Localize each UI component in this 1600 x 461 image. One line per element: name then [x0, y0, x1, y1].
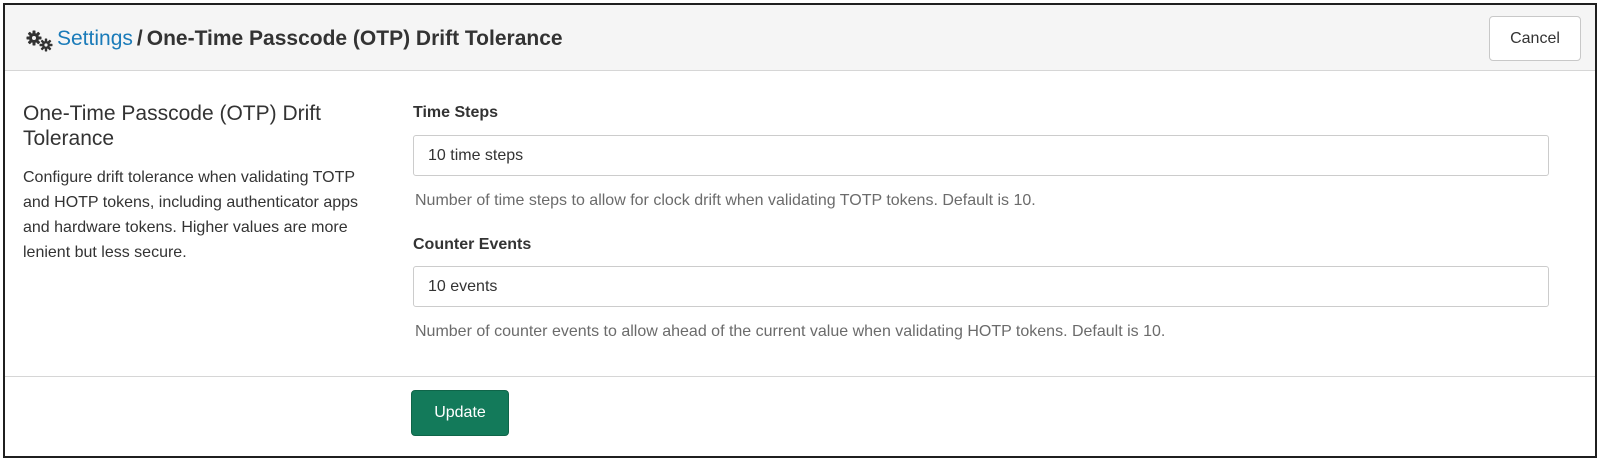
counter-events-help: Number of counter events to allow ahead … — [415, 323, 1166, 340]
time-steps-input[interactable] — [413, 135, 1549, 176]
time-steps-help: Number of time steps to allow for clock … — [415, 192, 1036, 209]
section-title: One-Time Passcode (OTP) Drift Tolerance — [23, 102, 321, 150]
gears-icon — [26, 30, 53, 52]
cancel-button[interactable]: Cancel — [1489, 16, 1581, 61]
time-steps-label: Time Steps — [413, 104, 499, 121]
page-title: One-Time Passcode (OTP) Drift Tolerance — [146, 27, 563, 50]
update-button[interactable]: Update — [411, 390, 509, 436]
section-description-text: Configure drift tolerance when validatin… — [23, 169, 359, 261]
counter-events-label: Counter Events — [413, 236, 532, 253]
page-header: Settings / One-Time Passcode (OTP) Drift T… — [5, 5, 1595, 71]
breadcrumb-separator: / — [136, 27, 143, 50]
breadcrumb: Settings / One-Time Passcode (OTP) Drift T… — [57, 25, 563, 53]
breadcrumb-settings-link[interactable]: Settings — [57, 27, 133, 50]
section-description: One-Time Passcode (OTP) Drift Tolerance … — [23, 101, 363, 265]
form-footer: Update — [5, 376, 1595, 456]
counter-events-input[interactable] — [413, 266, 1549, 307]
settings-panel: Settings / One-Time Passcode (OTP) Drift T… — [3, 3, 1597, 458]
